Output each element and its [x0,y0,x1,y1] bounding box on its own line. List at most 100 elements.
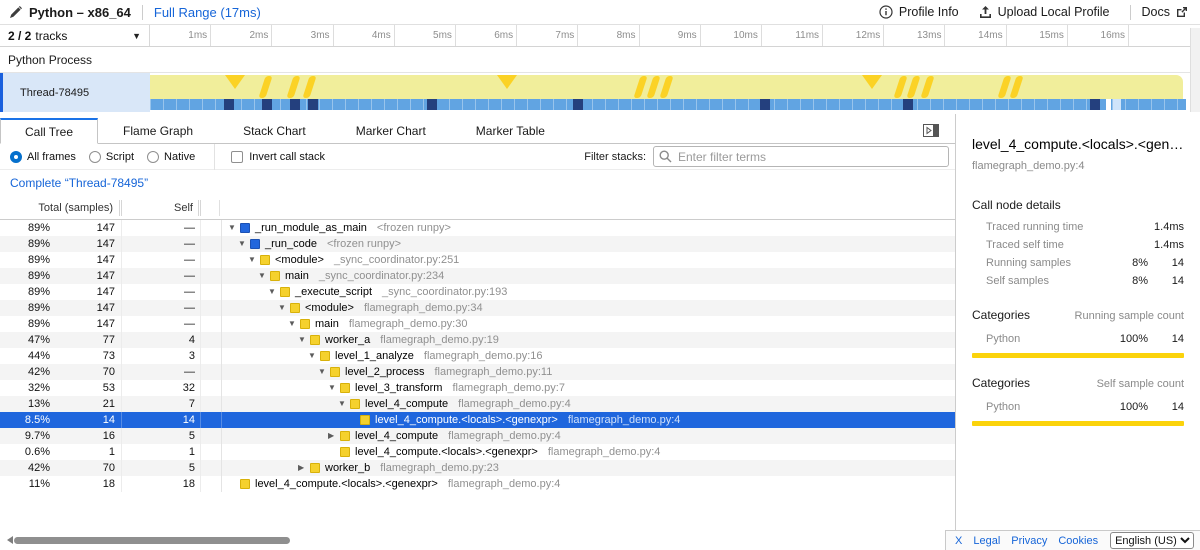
filter-stacks-input[interactable] [653,146,949,167]
breadcrumb: Complete “Thread-78495” [0,170,955,196]
table-row[interactable]: 32%5332▼level_3_transformflamegraph_demo… [0,380,955,396]
category-square-yellow [300,319,310,329]
track-marker-slash [646,76,660,98]
edit-profile-name-icon[interactable] [9,6,22,19]
file-location: <frozen runpy> [327,236,401,252]
tab-call-tree[interactable]: Call Tree [0,118,98,144]
detail-percent: 8% [1108,275,1148,287]
upload-profile-button[interactable]: Upload Local Profile [979,5,1110,19]
file-location: flamegraph_demo.py:4 [448,428,561,444]
invert-callstack-checkbox[interactable]: Invert call stack [231,151,325,163]
collapse-icon[interactable]: ▼ [328,380,340,396]
row-self-samples: 5 [122,460,201,476]
row-total-samples: 70 [50,364,121,380]
row-total-samples: 147 [50,236,121,252]
profile-info-button[interactable]: Profile Info [879,5,959,19]
footer: X Legal Privacy Cookies English (US) [945,530,1200,550]
row-total-samples: 70 [50,460,121,476]
radio-native[interactable]: Native [147,151,195,163]
table-row[interactable]: 42%70—▼level_2_processflamegraph_demo.py… [0,364,955,380]
ruler-tick: 14ms [945,25,1006,46]
breadcrumb-complete-thread[interactable]: Complete “Thread-78495” [10,176,148,190]
thread-track-label[interactable]: Thread-78495 [0,73,150,112]
table-row[interactable]: 47%774▼worker_aflamegraph_demo.py:19 [0,332,955,348]
tracks-dropdown[interactable]: 2 / 2 tracks ▼ [0,25,150,46]
row-total-percent: 89% [0,220,50,236]
full-range-button[interactable]: Full Range (17ms) [154,5,261,20]
tab-marker-chart[interactable]: Marker Chart [331,118,451,144]
footer-link-cookies[interactable]: Cookies [1058,535,1098,547]
table-row[interactable]: 89%147—▼_execute_script_sync_coordinator… [0,284,955,300]
collapse-icon[interactable]: ▼ [268,284,280,300]
table-row[interactable]: 89%147—▼_run_module_as_main<frozen runpy… [0,220,955,236]
category-square-yellow [270,271,280,281]
footer-link-legal[interactable]: Legal [973,535,1000,547]
table-row[interactable]: 8.5%1414level_4_compute.<locals>.<genexp… [0,412,955,428]
track-python-process[interactable]: Python Process [0,47,1200,73]
row-total-percent: 42% [0,364,50,380]
file-location: <frozen runpy> [377,220,451,236]
expand-icon[interactable]: ▶ [328,428,340,444]
table-row[interactable]: 89%147—▼_run_code<frozen runpy> [0,236,955,252]
detail-label: Self samples [986,275,1049,287]
horizontal-scrollbar[interactable] [14,537,290,544]
radio-script[interactable]: Script [89,151,134,163]
scroll-left-arrow-icon[interactable] [3,536,13,544]
footer-link-x[interactable]: X [955,535,962,547]
table-row[interactable]: 44%733▼level_1_analyzeflamegraph_demo.py… [0,348,955,364]
file-location: flamegraph_demo.py:19 [380,332,499,348]
table-row[interactable]: 89%147—▼<module>_sync_coordinator.py:251 [0,252,955,268]
table-row[interactable]: 11%1818level_4_compute.<locals>.<genexpr… [0,476,955,492]
table-row[interactable]: 13%217▼level_4_computeflamegraph_demo.py… [0,396,955,412]
table-row[interactable]: 89%147—▼<module>flamegraph_demo.py:34 [0,300,955,316]
collapse-icon[interactable]: ▼ [228,220,240,236]
category-row: Python100%14 [972,333,1184,345]
radio-label: Script [106,151,134,163]
table-row[interactable]: 89%147—▼main_sync_coordinator.py:234 [0,268,955,284]
table-row[interactable]: 89%147—▼mainflamegraph_demo.py:30 [0,316,955,332]
collapse-icon[interactable]: ▼ [258,268,270,284]
row-total-samples: 18 [50,476,121,492]
file-location: flamegraph_demo.py:34 [364,300,483,316]
collapse-icon[interactable]: ▼ [288,316,300,332]
detail-row: Running samples8%14 [972,254,1184,272]
language-select[interactable]: English (US) [1110,532,1194,549]
track-marker-slash [659,76,673,98]
table-row[interactable]: 0.6%11level_4_compute.<locals>.<genexpr>… [0,444,955,460]
column-header-self[interactable]: Self [122,200,201,216]
column-header-total[interactable]: Total (samples) [0,200,122,216]
footer-link-privacy[interactable]: Privacy [1011,535,1047,547]
chevron-down-icon: ▼ [132,31,141,41]
radio-all-frames[interactable]: All frames [10,151,76,163]
frame-filter-radios: All frames Script Native [10,151,208,163]
category-count: 14 [1148,401,1184,413]
timeline-scrollbar[interactable] [1190,28,1200,112]
table-row[interactable]: 9.7%165▶level_4_computeflamegraph_demo.p… [0,428,955,444]
expand-icon[interactable]: ▶ [298,460,310,476]
category-square-yellow [340,447,350,457]
tab-stack-chart[interactable]: Stack Chart [218,118,331,144]
collapse-icon[interactable]: ▼ [338,396,350,412]
thread-activity-graph[interactable] [150,73,1186,112]
collapse-icon[interactable]: ▼ [238,236,250,252]
file-location: flamegraph_demo.py:4 [448,476,561,492]
collapse-icon[interactable]: ▼ [318,364,330,380]
table-row[interactable]: 42%705▶worker_bflamegraph_demo.py:23 [0,460,955,476]
tab-marker-table[interactable]: Marker Table [451,118,570,144]
collapse-icon[interactable]: ▼ [308,348,320,364]
calltree-toolbar: All frames Script Native Invert call stack… [0,144,955,170]
radio-icon [147,151,159,163]
tab-flame-graph[interactable]: Flame Graph [98,118,218,144]
category-row: Python100%14 [972,401,1184,413]
category-square-blue [250,239,260,249]
collapse-icon[interactable]: ▼ [278,300,290,316]
category-square-yellow [310,335,320,345]
collapse-icon[interactable]: ▼ [298,332,310,348]
toolbar-divider [214,144,215,170]
row-total-samples: 147 [50,284,121,300]
docs-link[interactable]: Docs [1142,5,1188,19]
category-square-yellow [330,367,340,377]
sidebar-toggle-button[interactable] [923,124,939,137]
app-header: Python – x86_64 Full Range (17ms) Profil… [0,0,1200,25]
collapse-icon[interactable]: ▼ [248,252,260,268]
